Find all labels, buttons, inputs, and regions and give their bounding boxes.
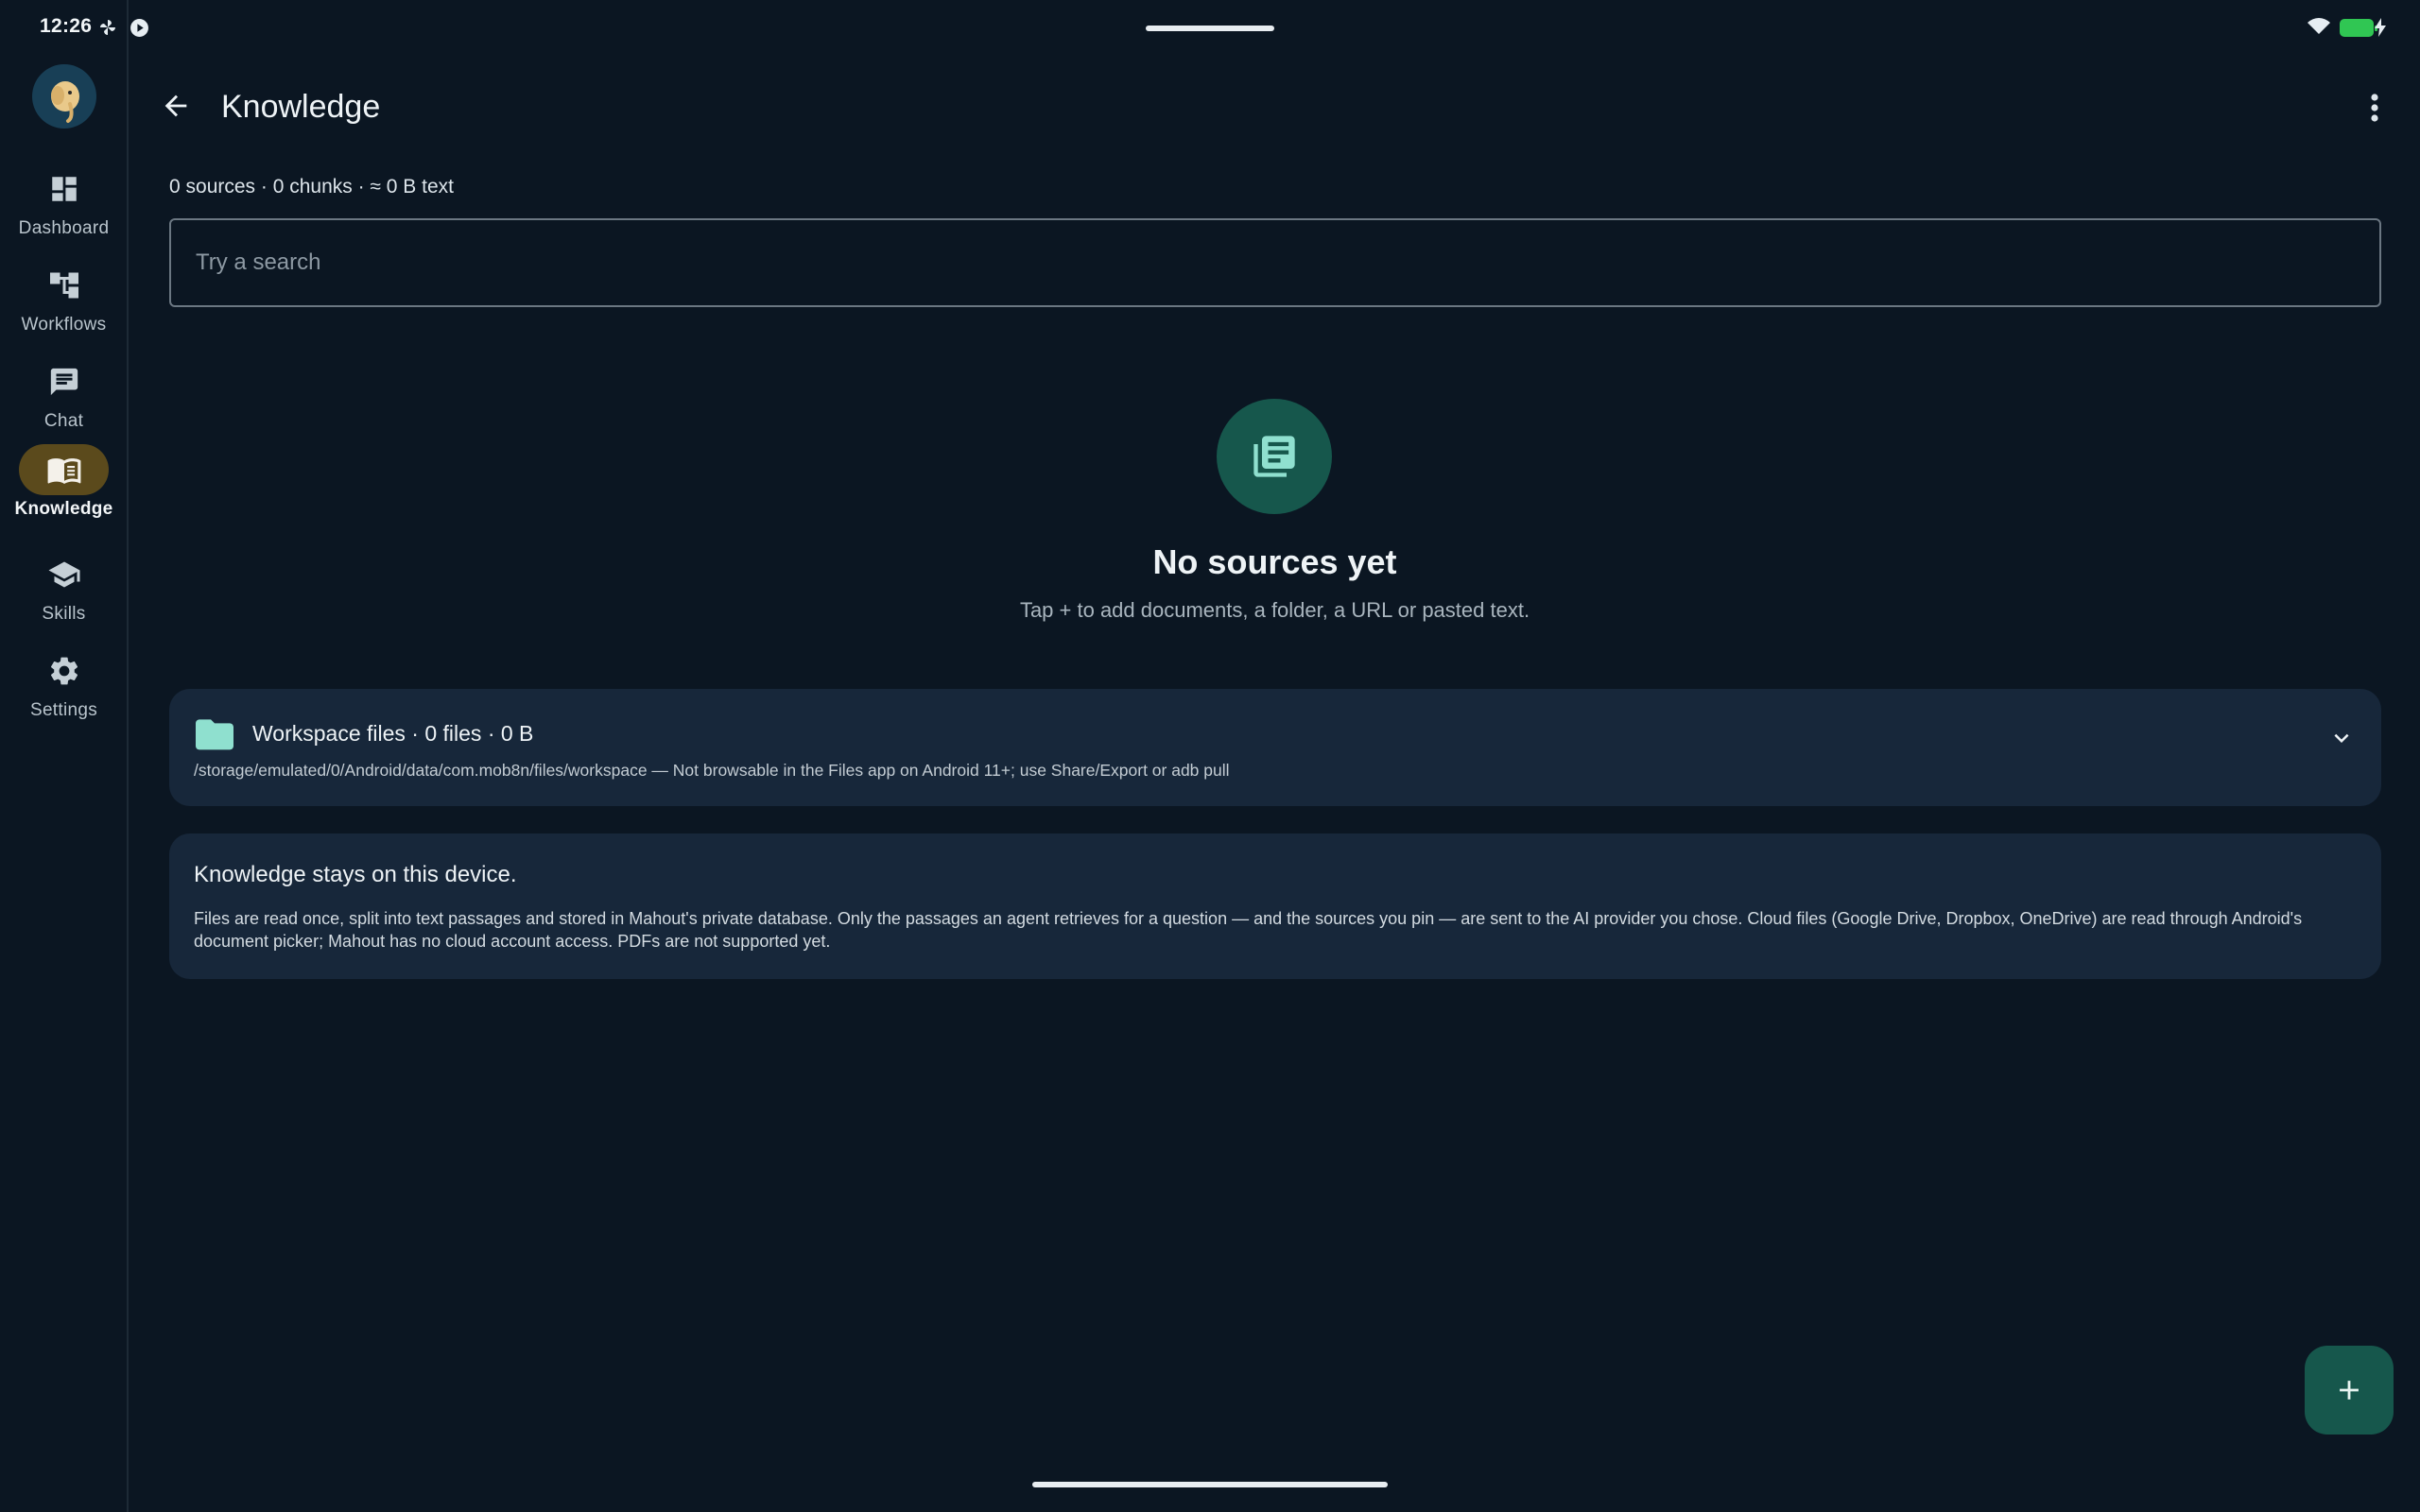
folder-icon: [196, 719, 233, 756]
workspace-path: /storage/emulated/0/Android/data/com.mob…: [194, 761, 1230, 780]
nav-item-settings[interactable]: Settings: [0, 645, 128, 736]
nav-label: Settings: [29, 700, 98, 720]
nav-item-knowledge[interactable]: Knowledge: [0, 444, 128, 535]
more-options-button[interactable]: [2354, 87, 2395, 129]
gear-icon: [19, 645, 109, 696]
wifi-icon: [2307, 17, 2331, 41]
nav-label: Dashboard: [18, 218, 110, 238]
privacy-info-card: Knowledge stays on this device. Files ar…: [169, 833, 2381, 979]
nav-item-workflows[interactable]: Workflows: [0, 260, 128, 351]
empty-state-badge: [1217, 399, 1332, 514]
play-circle-icon: [130, 18, 149, 43]
chevron-down-icon: [2334, 733, 2349, 743]
search-field[interactable]: [169, 218, 2381, 307]
book-icon: [19, 444, 109, 495]
back-button[interactable]: [155, 85, 197, 127]
dashboard-icon: [19, 163, 109, 215]
knowledge-stats: 0 sources · 0 chunks · ≈ 0 B text: [169, 176, 454, 198]
empty-state-title: No sources yet: [1152, 542, 1397, 581]
battery-icon: [2340, 19, 2377, 37]
nav-item-chat[interactable]: Chat: [0, 356, 128, 447]
library-books-icon: [1253, 436, 1295, 477]
home-indicator: [1032, 1482, 1388, 1487]
app-avatar[interactable]: [32, 64, 96, 129]
navigation-rail: Dashboard Workflows Chat Knowledge Skill: [0, 0, 129, 1512]
chat-icon: [19, 356, 109, 407]
top-handle: [1146, 26, 1274, 31]
workflow-icon: [19, 260, 109, 311]
nav-label: Knowledge: [14, 499, 113, 519]
workspace-files-title: Workspace files · 0 files · 0 B: [252, 721, 534, 746]
charging-bolt-icon: [2375, 18, 2386, 42]
app-root: 12:26 Dashboard Workflows Chat Knowledge…: [0, 0, 2420, 1512]
expand-button[interactable]: [2321, 717, 2362, 759]
nav-label: Workflows: [21, 315, 107, 335]
workspace-files-card[interactable]: Workspace files · 0 files · 0 B /storage…: [169, 689, 2381, 806]
page-title: Knowledge: [221, 89, 381, 125]
empty-state-subtitle: Tap + to add documents, a folder, a URL …: [1019, 598, 1530, 622]
nav-item-dashboard[interactable]: Dashboard: [0, 163, 128, 254]
arrow-left-icon: [164, 94, 187, 117]
more-vert-icon: [2371, 94, 2378, 122]
privacy-title: Knowledge stays on this device.: [194, 862, 517, 887]
plus-icon: [2340, 1381, 2359, 1400]
privacy-body: Files are read once, split into text pas…: [194, 909, 2303, 951]
nav-label: Chat: [43, 411, 84, 431]
add-source-button[interactable]: [2305, 1346, 2394, 1435]
search-input[interactable]: [171, 220, 2379, 305]
